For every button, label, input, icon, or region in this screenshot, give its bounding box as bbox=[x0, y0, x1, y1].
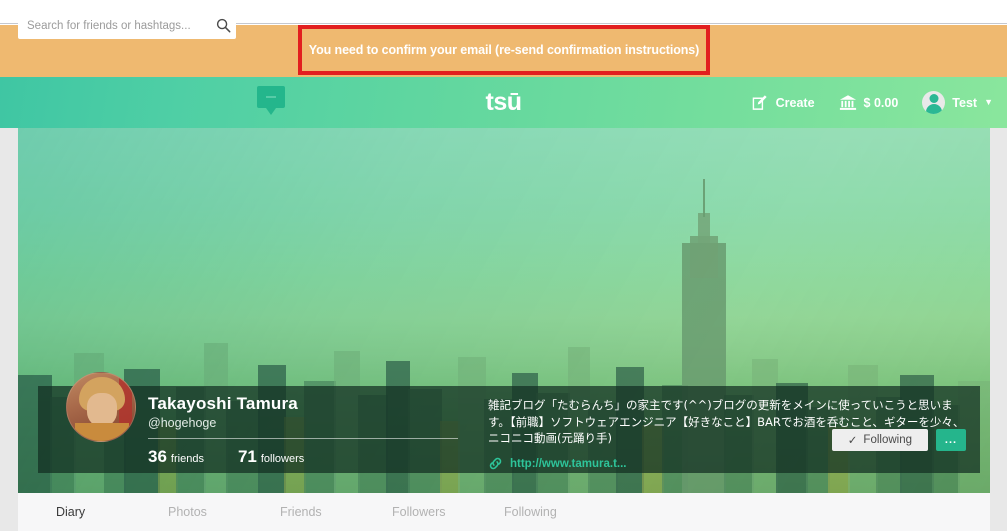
more-options-button[interactable]: ... bbox=[936, 429, 966, 451]
search-icon[interactable] bbox=[210, 12, 236, 39]
balance-button[interactable]: $ 0.00 bbox=[839, 94, 899, 111]
tab-friends[interactable]: Friends bbox=[280, 505, 392, 519]
avatar-body bbox=[925, 104, 942, 114]
tab-followers[interactable]: Followers bbox=[392, 505, 504, 519]
search-box[interactable] bbox=[18, 12, 236, 39]
bank-icon bbox=[839, 94, 857, 111]
profile-handle: @hogehoge bbox=[148, 416, 217, 430]
following-button[interactable]: ✓ Following bbox=[831, 429, 928, 451]
tab-diary[interactable]: Diary bbox=[56, 505, 168, 519]
chat-bubble-icon[interactable] bbox=[257, 86, 285, 115]
create-label: Create bbox=[775, 95, 815, 110]
friends-count: 36 bbox=[148, 447, 167, 466]
account-menu[interactable]: Test ▼ bbox=[922, 91, 993, 114]
balance-amount: $ 0.00 bbox=[863, 95, 899, 110]
profile-stats: 36 friends 71 followers bbox=[148, 447, 478, 467]
profile-action-buttons: ✓ Following ... bbox=[831, 429, 966, 451]
profile-name: Takayoshi Tamura bbox=[148, 394, 298, 413]
create-button[interactable]: Create bbox=[752, 94, 815, 111]
nav-right-group: Create $ 0.00 Test ▼ bbox=[752, 77, 993, 128]
profile-details: 雑記ブログ「たむらんち」の家主です(^^)ブログの更新をメインに使っていこうと思… bbox=[488, 397, 966, 471]
divider bbox=[148, 438, 458, 439]
search-input[interactable] bbox=[18, 12, 210, 39]
friends-label: friends bbox=[170, 453, 204, 465]
followers-stat[interactable]: 71 followers bbox=[238, 447, 304, 467]
chevron-down-icon[interactable]: ▼ bbox=[984, 98, 993, 107]
check-icon: ✓ bbox=[847, 435, 858, 447]
following-label: Following bbox=[863, 434, 912, 446]
profile-identity: Takayoshi Tamura @hogehoge 36 friends 71 f… bbox=[148, 394, 478, 467]
email-confirmation-message[interactable]: You need to confirm your email (re-send … bbox=[309, 43, 700, 57]
profile-avatar[interactable] bbox=[66, 372, 136, 442]
followers-count: 71 bbox=[237, 447, 257, 466]
link-chain-icon bbox=[488, 456, 503, 471]
compose-pencil-icon bbox=[752, 94, 769, 111]
profile-info-card: Takayoshi Tamura @hogehoge 36 friends 71 f… bbox=[38, 372, 980, 473]
chat-dots bbox=[266, 96, 276, 98]
tab-photos[interactable]: Photos bbox=[168, 505, 280, 519]
profile-website-link[interactable]: http://www.tamura.t... bbox=[510, 458, 627, 470]
profile-tabs: Diary Photos Friends Followers Following bbox=[18, 493, 990, 531]
profile-page-content: Takayoshi Tamura @hogehoge 36 friends 71 f… bbox=[18, 128, 990, 531]
tsu-logo[interactable]: tsū bbox=[486, 90, 523, 115]
avatar bbox=[922, 91, 946, 114]
followers-label: followers bbox=[260, 453, 305, 465]
tab-following[interactable]: Following bbox=[504, 505, 616, 519]
profile-website-row[interactable]: http://www.tamura.t... bbox=[488, 456, 966, 471]
email-confirmation-alert-box[interactable]: You need to confirm your email (re-send … bbox=[298, 25, 710, 75]
account-name: Test bbox=[952, 95, 978, 110]
friends-stat[interactable]: 36 friends bbox=[148, 447, 204, 467]
avatar-head bbox=[929, 94, 939, 103]
